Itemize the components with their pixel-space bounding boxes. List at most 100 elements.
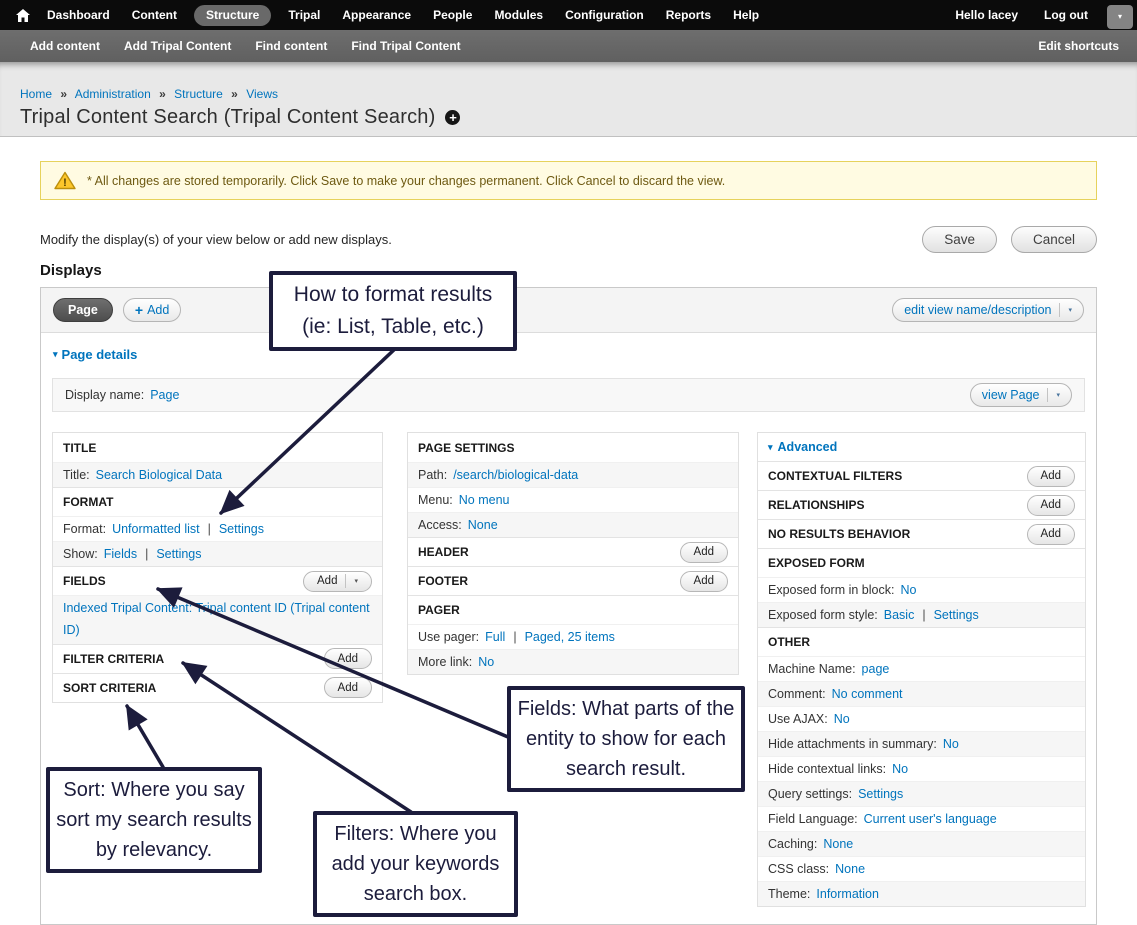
header-add-button[interactable]: Add — [680, 542, 728, 563]
show-row: Show: Fields | Settings — [53, 541, 382, 566]
hide-contextual-row: Hide contextual links: No — [758, 756, 1085, 781]
svg-text:!: ! — [63, 177, 67, 189]
show-settings-link[interactable]: Settings — [156, 547, 201, 561]
use-pager-type-link[interactable]: Full — [485, 630, 505, 644]
format-row: Format: Unformatted list | Settings — [53, 516, 382, 541]
toolbar-toggle-button[interactable]: ▾ — [1107, 5, 1133, 29]
advanced-toggle[interactable]: ▾ Advanced — [758, 433, 1085, 461]
add-display-button[interactable]: + Add — [123, 298, 181, 322]
menu-item-appearance[interactable]: Appearance — [331, 0, 422, 30]
menu-item-dashboard[interactable]: Dashboard — [36, 0, 121, 30]
header-add-label: Add — [694, 546, 714, 558]
separator: | — [208, 522, 211, 536]
fields-item-link[interactable]: Indexed Tripal Content: Tripal content I… — [63, 598, 372, 642]
field-language-value-link[interactable]: Current user's language — [864, 812, 997, 826]
chevron-down-icon: ▾ — [1068, 306, 1072, 314]
format-label: Format: — [63, 522, 106, 536]
footer-add-button[interactable]: Add — [680, 571, 728, 592]
css-class-row: CSS class: None — [758, 856, 1085, 881]
breadcrumb-structure[interactable]: Structure — [174, 87, 223, 101]
cancel-button[interactable]: Cancel — [1011, 226, 1097, 253]
user-greeting[interactable]: Hello lacey — [942, 0, 1031, 30]
save-button[interactable]: Save — [922, 226, 997, 253]
use-ajax-value-link[interactable]: No — [834, 712, 850, 726]
format-settings-link[interactable]: Settings — [219, 522, 264, 536]
relationships-add-label: Add — [1041, 499, 1061, 511]
fields-section-header: FIELDS Add ▾ — [53, 566, 382, 595]
page: Dashboard Content Structure Tripal Appea… — [0, 0, 1137, 925]
logout-link[interactable]: Log out — [1031, 0, 1101, 30]
title-header-label: TITLE — [63, 441, 96, 455]
contextual-filters-add-button[interactable]: Add — [1027, 466, 1075, 487]
exposed-style-label: Exposed form style: — [768, 608, 878, 622]
format-section-header: FORMAT — [53, 487, 382, 516]
warning-icon: ! — [54, 171, 76, 190]
edit-shortcuts-link[interactable]: Edit shortcuts — [1038, 39, 1119, 53]
fields-add-button[interactable]: Add ▾ — [303, 571, 372, 592]
contextual-add-icon[interactable]: + — [445, 110, 460, 125]
page-display-tab[interactable]: Page — [53, 298, 113, 322]
format-value-link[interactable]: Unformatted list — [112, 522, 200, 536]
sort-criteria-header: SORT CRITERIA Add — [53, 673, 382, 702]
breadcrumb-home[interactable]: Home — [20, 87, 52, 101]
use-pager-settings-link[interactable]: Paged, 25 items — [525, 630, 615, 644]
breadcrumb-separator: » — [159, 87, 166, 101]
access-row: Access: None — [408, 512, 738, 537]
view-page-button[interactable]: view Page ▾ — [970, 383, 1072, 407]
shortcut-bar: Add content Add Tripal Content Find cont… — [0, 30, 1137, 62]
menu-item-help[interactable]: Help — [722, 0, 770, 30]
exposed-block-value-link[interactable]: No — [900, 583, 916, 597]
no-results-add-button[interactable]: Add — [1027, 524, 1075, 545]
more-link-value-link[interactable]: No — [478, 655, 494, 669]
display-name-value-link[interactable]: Page — [150, 388, 179, 402]
menu-item-configuration[interactable]: Configuration — [554, 0, 655, 30]
breadcrumb-administration[interactable]: Administration — [75, 87, 151, 101]
shortcut-add-content[interactable]: Add content — [18, 39, 112, 53]
exposed-style-value-link[interactable]: Basic — [884, 608, 915, 622]
access-value-link[interactable]: None — [468, 518, 498, 532]
caching-value-link[interactable]: None — [823, 837, 853, 851]
annotation-sort-note: Sort: Where you say sort my search resul… — [46, 767, 262, 873]
add-display-label: Add — [147, 303, 169, 317]
relationships-add-button[interactable]: Add — [1027, 495, 1075, 516]
hide-contextual-value-link[interactable]: No — [892, 762, 908, 776]
title-label: Title: — [63, 468, 90, 482]
machine-name-value-link[interactable]: page — [862, 662, 890, 676]
comment-value-link[interactable]: No comment — [832, 687, 903, 701]
theme-row: Theme: Information — [758, 881, 1085, 906]
sort-add-button[interactable]: Add — [324, 677, 372, 698]
edit-view-name-button[interactable]: edit view name/description ▾ — [892, 298, 1084, 322]
hide-attachments-value-link[interactable]: No — [943, 737, 959, 751]
menu-item-reports[interactable]: Reports — [655, 0, 722, 30]
menu-item-tripal[interactable]: Tripal — [277, 0, 331, 30]
exposed-form-label: EXPOSED FORM — [768, 556, 865, 570]
css-class-value-link[interactable]: None — [835, 862, 865, 876]
shortcut-find-tripal-content[interactable]: Find Tripal Content — [339, 39, 472, 53]
no-results-add-label: Add — [1041, 528, 1061, 540]
theme-value-link[interactable]: Information — [816, 887, 879, 901]
exposed-style-settings-link[interactable]: Settings — [934, 608, 979, 622]
page-details-toggle[interactable]: ▾ Page details — [53, 347, 137, 362]
shortcut-find-content[interactable]: Find content — [243, 39, 339, 53]
menu-item-modules[interactable]: Modules — [483, 0, 554, 30]
query-settings-value-link[interactable]: Settings — [858, 787, 903, 801]
filter-criteria-header: FILTER CRITERIA Add — [53, 644, 382, 673]
displays-toolbar: Page + Add edit view name/description ▾ — [41, 288, 1096, 333]
shortcut-add-tripal-content[interactable]: Add Tripal Content — [112, 39, 243, 53]
breadcrumb-views[interactable]: Views — [246, 87, 278, 101]
menu-value-link[interactable]: No menu — [459, 493, 510, 507]
show-value-link[interactable]: Fields — [104, 547, 137, 561]
machine-name-label: Machine Name: — [768, 662, 856, 676]
menu-item-content[interactable]: Content — [121, 0, 188, 30]
filter-add-button[interactable]: Add — [324, 648, 372, 669]
home-icon[interactable] — [16, 9, 30, 22]
annotation-fields-note: Fields: What parts of the entity to show… — [507, 686, 745, 792]
footer-section-label: FOOTER — [418, 574, 468, 588]
breadcrumb: Home » Administration » Structure » View… — [20, 87, 278, 101]
menu-item-people[interactable]: People — [422, 0, 483, 30]
title-value-link[interactable]: Search Biological Data — [96, 468, 222, 482]
path-value-link[interactable]: /search/biological-data — [453, 468, 578, 482]
page-header: Home » Administration » Structure » View… — [0, 62, 1137, 137]
menu-item-structure[interactable]: Structure — [194, 5, 271, 26]
menu-label: Menu: — [418, 493, 453, 507]
